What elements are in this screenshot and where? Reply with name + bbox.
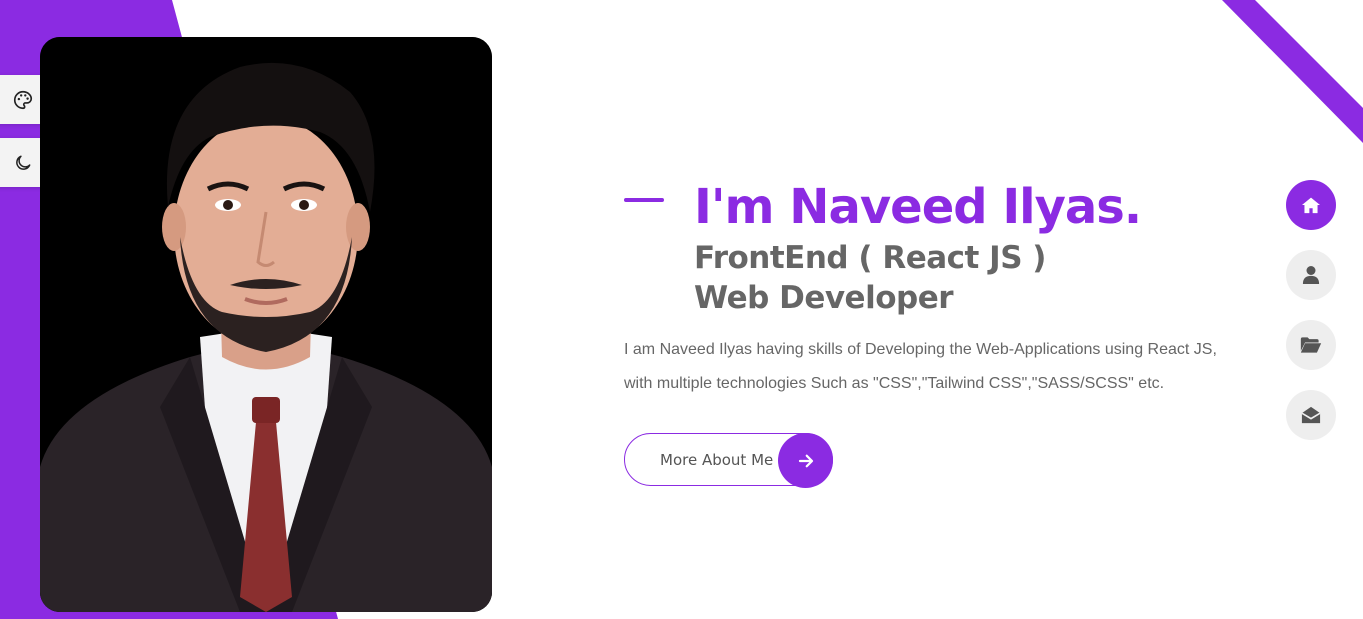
home-icon: [1302, 197, 1320, 214]
hero-title: I'm Naveed Ilyas.: [694, 179, 1142, 235]
subtitle-line-2: Web Developer: [694, 280, 954, 316]
accent-line: [624, 198, 664, 202]
subtitle-line-1: FrontEnd ( React JS ): [694, 240, 1046, 276]
hero-subtitle: FrontEnd ( React JS ) Web Developer: [694, 238, 1046, 318]
profile-photo: [40, 37, 492, 612]
nav-portfolio-button[interactable]: [1286, 320, 1336, 370]
nav-about-button[interactable]: [1286, 250, 1336, 300]
palette-icon: [14, 90, 33, 109]
folder-open-icon: [1300, 337, 1322, 353]
portrait-illustration: [40, 37, 492, 612]
moon-icon: [16, 155, 31, 170]
nav-home-button[interactable]: [1286, 180, 1336, 230]
corner-ribbon: [1222, 0, 1363, 143]
more-about-me-label: More About Me: [660, 451, 774, 469]
user-icon: [1302, 266, 1320, 284]
more-about-me-button[interactable]: More About Me: [624, 433, 833, 488]
envelope-open-icon: [1301, 406, 1321, 424]
arrow-right-icon: [778, 433, 833, 488]
nav-contact-button[interactable]: [1286, 390, 1336, 440]
hero-description: I am Naveed Ilyas having skills of Devel…: [624, 341, 1217, 392]
